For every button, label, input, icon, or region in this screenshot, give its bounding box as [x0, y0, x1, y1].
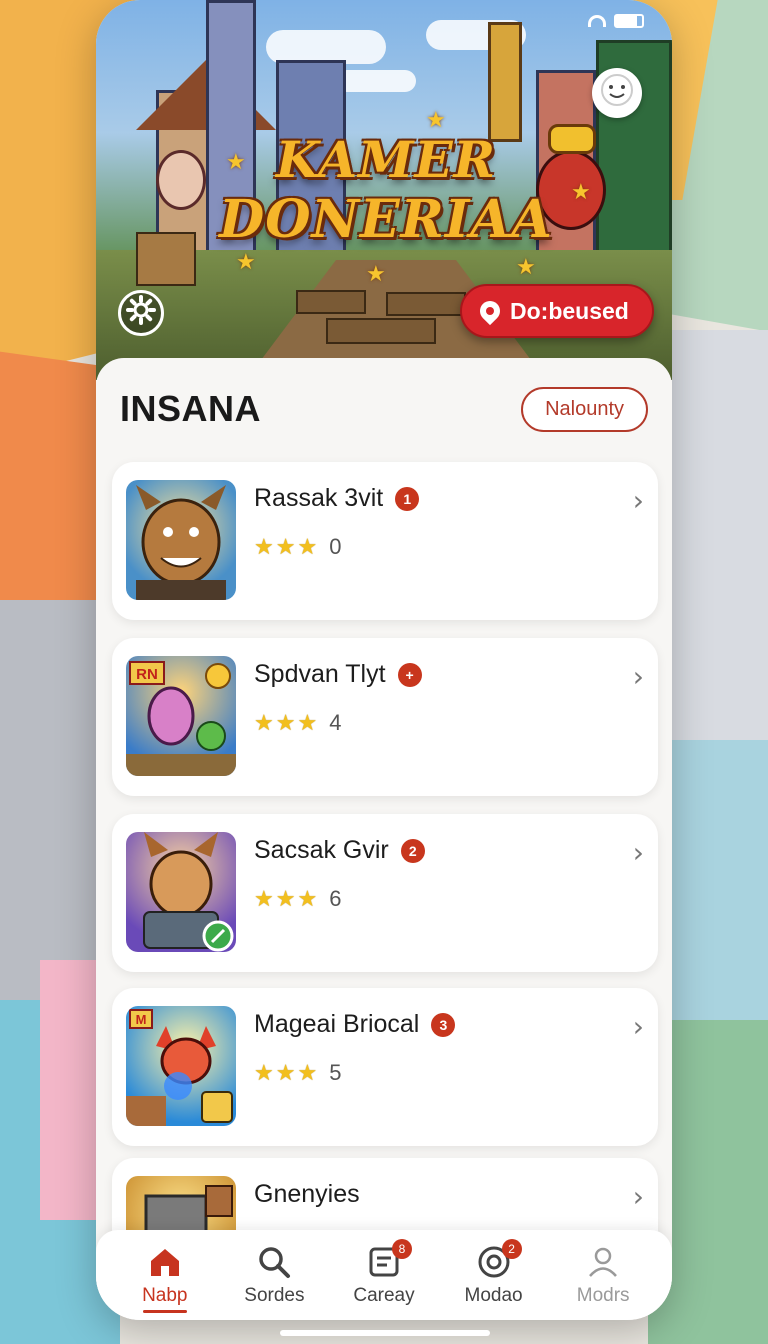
profile-icon: [553, 1243, 653, 1281]
thumbnail-tag: M: [136, 1012, 147, 1027]
star-icon: ★: [297, 534, 318, 560]
location-label: Do:beused: [510, 297, 629, 324]
notification-badge: 2: [501, 1239, 522, 1259]
game-title: Gnenyies: [254, 1180, 360, 1208]
star-rating: ★ ★ ★ 0: [254, 534, 341, 560]
game-logo: KAMER DONERIAA: [206, 130, 566, 250]
status-bar: [588, 14, 644, 28]
star-rating: ★ ★ ★ 4: [254, 710, 341, 736]
nav-item-profile[interactable]: Modrs: [553, 1243, 653, 1307]
game-title: Sacsak Gvir 2: [254, 836, 425, 865]
star-icon: ★: [254, 710, 274, 736]
avatar-button[interactable]: [592, 68, 642, 118]
nav-item-search[interactable]: Sordes: [224, 1243, 324, 1307]
game-card[interactable]: Rassak 3vit 1 ★ ★ ★ 0 ›: [112, 462, 658, 620]
star-icon: ★: [275, 710, 296, 736]
rating-value: 0: [329, 534, 342, 559]
nav-item-home[interactable]: Nabp: [115, 1243, 215, 1313]
nav-item-modao[interactable]: 2 Modao: [444, 1239, 544, 1307]
chevron-right-icon: ›: [632, 1010, 644, 1043]
battery-icon: [614, 14, 644, 28]
notification-badge: 3: [431, 1012, 456, 1037]
search-icon: [224, 1243, 324, 1281]
nav-item-careay[interactable]: 8 Careay: [334, 1239, 434, 1307]
star-icon: ★: [254, 1060, 274, 1086]
chevron-right-icon: ›: [632, 484, 644, 517]
phone-screen: ★ ★ ★ ★ ★ ★ KAMER DONERIAA Do:beused INS…: [96, 0, 672, 1320]
rating-value: 5: [329, 1060, 342, 1085]
notification-badge: +: [397, 662, 422, 687]
avatar-icon: [600, 73, 634, 114]
header-action-button[interactable]: Nalounty: [521, 386, 648, 432]
bottom-nav: Nabp Sordes 8 Careay 2 Modao Modrs: [96, 1230, 672, 1320]
logo-line-1: KAMER: [275, 130, 497, 189]
notification-badge: 8: [391, 1239, 412, 1259]
logo-line-2: DONERIAA: [219, 189, 553, 250]
home-icon: [115, 1243, 215, 1281]
hero-banner: ★ ★ ★ ★ ★ ★ KAMER DONERIAA Do:beused: [96, 0, 672, 380]
thumbnail-tag: RN: [136, 666, 158, 683]
game-thumbnail: M: [126, 1006, 236, 1126]
home-indicator[interactable]: [280, 1330, 490, 1336]
wifi-icon: [588, 15, 606, 27]
game-thumbnail: RN: [126, 656, 236, 776]
location-button[interactable]: Do:beused: [460, 284, 654, 338]
game-title: Rassak 3vit 1: [254, 484, 420, 513]
notification-badge: 1: [395, 486, 420, 511]
game-card[interactable]: RN Spdvan Tlyt + ★ ★ ★ 4 ›: [112, 638, 658, 796]
star-rating: ★ ★ ★ 6: [254, 886, 341, 912]
game-thumbnail: [126, 480, 236, 600]
star-icon: ★: [254, 534, 274, 560]
gear-icon: [126, 294, 156, 332]
settings-button[interactable]: [118, 290, 164, 336]
rating-value: 4: [329, 710, 342, 735]
notification-badge: 2: [400, 838, 425, 863]
page-title: INSANA: [120, 388, 262, 429]
star-icon: ★: [275, 534, 296, 560]
star-icon: ★: [297, 1060, 318, 1086]
document-icon: [334, 1243, 434, 1281]
game-card[interactable]: M Mageai Briocal 3 ★ ★ ★ 5 ›: [112, 988, 658, 1146]
chevron-right-icon: ›: [632, 660, 644, 693]
star-icon: ★: [297, 886, 318, 912]
star-rating: ★ ★ ★ 5: [254, 1060, 341, 1086]
target-icon: [444, 1243, 544, 1281]
location-pin-icon: [475, 296, 505, 326]
star-icon: ★: [254, 886, 274, 912]
rating-value: 6: [329, 886, 342, 911]
chevron-right-icon: ›: [632, 836, 644, 869]
game-card[interactable]: Sacsak Gvir 2 ★ ★ ★ 6 ›: [112, 814, 658, 972]
game-title: Spdvan Tlyt +: [254, 660, 422, 689]
chevron-right-icon: ›: [632, 1180, 644, 1213]
sheet-header: INSANA Nalounty: [120, 384, 648, 434]
star-icon: ★: [275, 1060, 296, 1086]
game-thumbnail: [126, 832, 236, 952]
star-icon: ★: [275, 886, 296, 912]
game-title: Mageai Briocal 3: [254, 1010, 456, 1039]
game-list-sheet: INSANA Nalounty Rassak 3vit 1 ★ ★ ★ 0 › …: [96, 358, 672, 1320]
star-icon: ★: [297, 710, 318, 736]
